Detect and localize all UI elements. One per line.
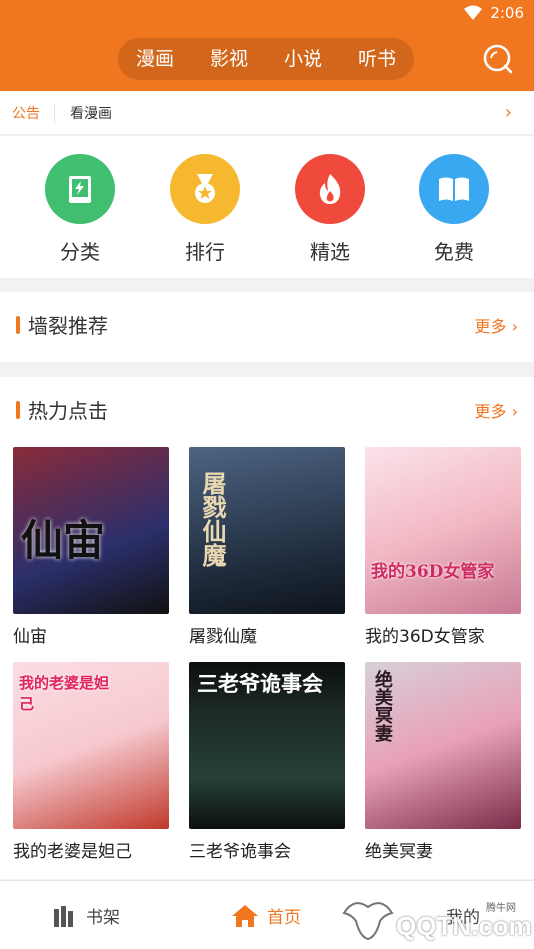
comic-cover[interactable]: 我的36D女管家 (365, 447, 521, 614)
category-tabs: 漫画 影视 小说 听书 (118, 38, 414, 80)
announcement-text: 看漫画 (70, 106, 112, 122)
nav-bookshelf[interactable]: 书架 (52, 881, 120, 949)
section-marker (16, 401, 20, 419)
nav-home[interactable]: 首页 (231, 881, 301, 949)
recommend-section: 墙裂推荐 更多 › (0, 292, 534, 362)
tab-comics[interactable]: 漫画 (118, 38, 192, 80)
comic-card[interactable]: 仙宙 仙宙 (13, 447, 169, 647)
top-bar: 漫画 影视 小说 听书 (0, 27, 534, 91)
open-book-icon (419, 154, 489, 224)
bull-logo-icon (342, 902, 394, 941)
cover-title: 仙宙 (21, 516, 106, 565)
comic-cover[interactable]: 我的老婆是妲己 (13, 662, 169, 829)
comic-cover[interactable]: 三老爷诡事会 (189, 662, 345, 829)
shortcut-free[interactable]: 免费 (409, 154, 499, 265)
status-bar: 2:06 (0, 0, 534, 27)
comic-title: 仙宙 (13, 627, 47, 647)
shortcut-row: 分类 排行 精选 免费 (0, 136, 534, 278)
announcement-tag: 公告 (12, 106, 40, 122)
medal-icon (170, 154, 240, 224)
announcement-bar[interactable]: 公告 看漫画 › (0, 91, 534, 135)
comic-title: 三老爷诡事会 (189, 842, 291, 862)
section-marker (16, 316, 20, 334)
shortcut-category[interactable]: 分类 (35, 154, 125, 265)
tab-novels[interactable]: 小说 (266, 38, 340, 80)
cover-title: 三老爷诡事会 (197, 671, 323, 696)
shortcut-label: 精选 (310, 240, 350, 264)
book-lightning-icon (45, 154, 115, 224)
comic-cover[interactable]: 绝美冥妻 (365, 662, 521, 829)
wifi-icon (464, 5, 482, 20)
section-title: 墙裂推荐 (28, 314, 108, 338)
shortcut-label: 免费 (434, 240, 474, 264)
nav-label: 书架 (86, 908, 120, 928)
nav-label: 首页 (267, 908, 301, 928)
comic-cover[interactable]: 屠戮仙魔 (189, 447, 345, 614)
comic-card[interactable]: 我的36D女管家 我的36D女管家 (365, 447, 521, 647)
more-link[interactable]: 更多 › (475, 313, 519, 337)
shortcut-label: 分类 (60, 240, 100, 264)
bookshelf-icon (54, 905, 73, 927)
flame-icon (295, 154, 365, 224)
shortcut-featured[interactable]: 精选 (285, 154, 375, 265)
tab-audiobooks[interactable]: 听书 (340, 38, 414, 80)
cover-title: 我的老婆是妲己 (19, 674, 110, 713)
cover-title: 屠戮仙魔 (198, 471, 227, 567)
watermark-text: QQTN.com (396, 911, 532, 941)
comic-card[interactable]: 我的老婆是妲己 我的老婆是妲己 (13, 662, 169, 862)
shortcut-label: 排行 (185, 240, 225, 264)
shortcut-ranking[interactable]: 排行 (160, 154, 250, 265)
comic-title: 屠戮仙魔 (189, 627, 257, 647)
comic-card[interactable]: 绝美冥妻 绝美冥妻 (365, 662, 521, 862)
comic-title: 我的36D女管家 (365, 627, 485, 647)
cover-title: 我的36D女管家 (371, 562, 495, 582)
chevron-right-icon[interactable]: › (505, 103, 512, 123)
comic-title: 我的老婆是妲己 (13, 842, 132, 862)
section-header: 墙裂推荐 更多 › (0, 292, 534, 358)
status-time: 2:06 (490, 4, 524, 22)
watermark-small-text: 腾牛网 (486, 903, 516, 914)
watermark-logo: QQTN.com 腾牛网 (334, 889, 532, 947)
comic-card[interactable]: 三老爷诡事会 三老爷诡事会 (189, 662, 345, 862)
home-icon (232, 904, 258, 927)
comic-cover[interactable]: 仙宙 (13, 447, 169, 614)
hot-section: 热力点击 更多 › 仙宙 仙宙 屠戮仙魔 屠戮仙魔 我的36D女管家 我的36D… (0, 377, 534, 879)
comic-card[interactable]: 屠戮仙魔 屠戮仙魔 (189, 447, 345, 647)
section-header: 热力点击 更多 › (0, 377, 534, 443)
divider (54, 103, 55, 123)
more-link[interactable]: 更多 › (475, 398, 519, 422)
section-title: 热力点击 (28, 399, 108, 423)
cover-title: 绝美冥妻 (372, 670, 393, 742)
search-icon[interactable] (482, 43, 514, 75)
tab-video[interactable]: 影视 (192, 38, 266, 80)
comic-title: 绝美冥妻 (365, 842, 433, 862)
